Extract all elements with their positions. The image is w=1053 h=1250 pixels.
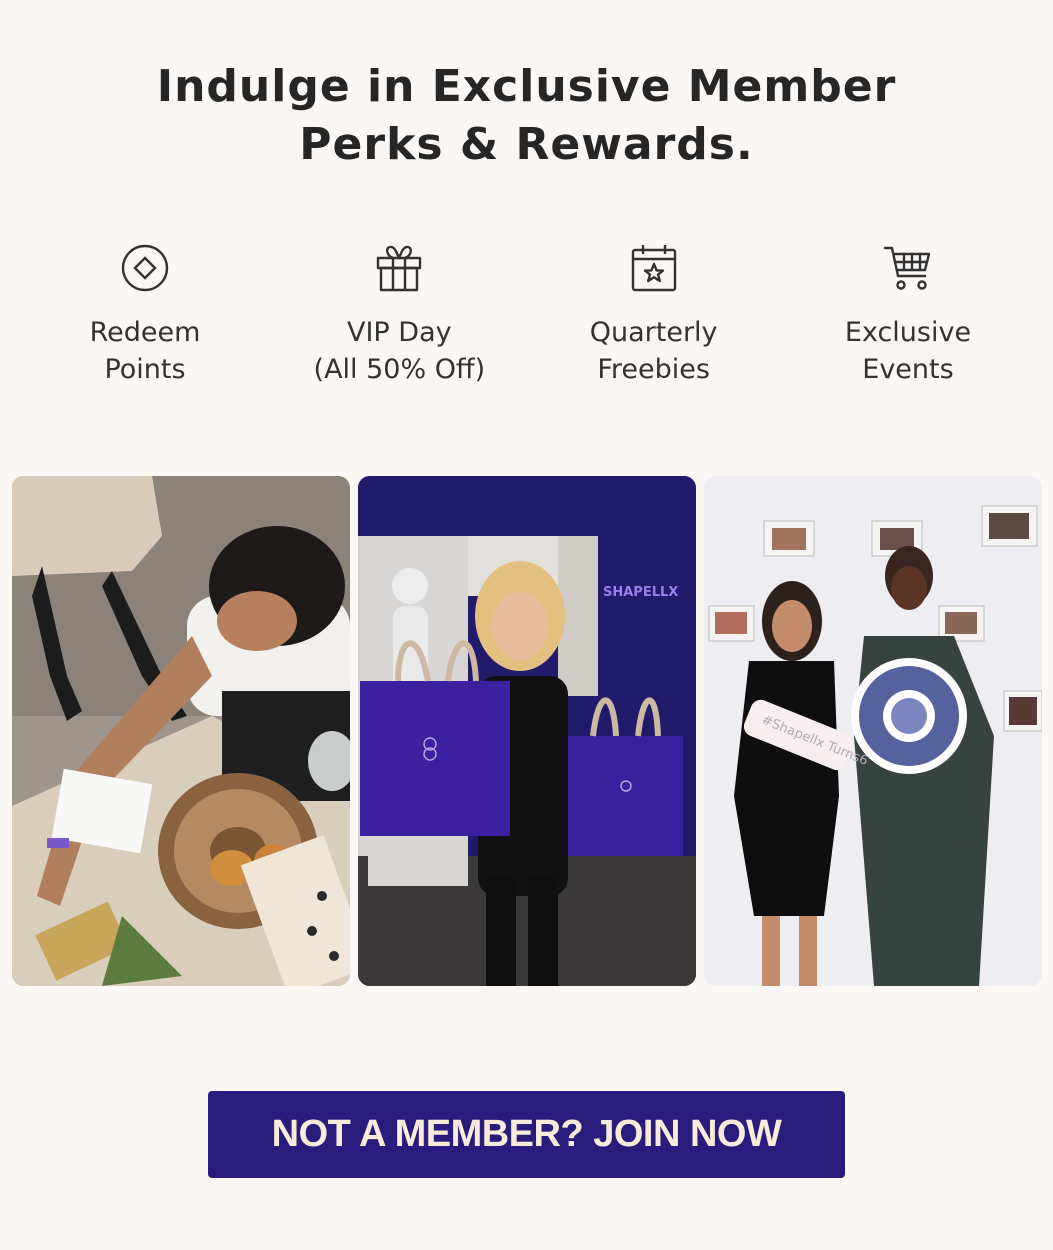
perk-redeem-points: Redeem Points	[20, 240, 270, 388]
perk-quarterly-freebies: Quarterly Freebies	[529, 240, 779, 388]
page-headline: Indulge in Exclusive Member Perks & Rewa…	[0, 58, 1053, 174]
diamond-coin-icon	[117, 240, 173, 296]
brand-sign-text: SHAPELLX	[603, 585, 678, 600]
perk-label: Redeem Points	[90, 314, 201, 388]
perks-row: Redeem Points VIP Day (All 50% Off) Quar…	[20, 240, 1033, 388]
members-gear-sign-photo: #Shapellx Turns6	[704, 476, 1042, 986]
perk-label: Exclusive Events	[845, 314, 971, 388]
perk-label-line: Freebies	[597, 354, 710, 385]
gift-icon	[371, 240, 427, 296]
perk-exclusive-events: Exclusive Events	[783, 240, 1033, 388]
calendar-star-icon	[626, 240, 682, 296]
perk-label-line: Events	[862, 354, 954, 385]
headline-line-2: Perks & Rewards.	[299, 119, 754, 170]
perk-label-line: Quarterly	[589, 317, 718, 348]
perk-label-line: Redeem	[89, 317, 201, 348]
perk-label: VIP Day (All 50% Off)	[314, 314, 486, 388]
headline-line-1: Indulge in Exclusive Member	[156, 61, 897, 112]
perk-label-line: (All 50% Off)	[313, 354, 486, 385]
event-food-table-photo	[12, 476, 350, 986]
shopping-bags-photo: SHAPELLX	[358, 476, 696, 986]
photo-gallery: SHAPELLX #Shapellx Turns6	[12, 476, 1042, 986]
shopping-cart-icon	[880, 240, 936, 296]
perk-label-line: VIP Day	[347, 317, 452, 348]
join-now-button[interactable]: NOT A MEMBER? JOIN NOW	[208, 1091, 845, 1178]
perk-vip-day: VIP Day (All 50% Off)	[274, 240, 524, 388]
perk-label-line: Exclusive	[844, 317, 972, 348]
perk-label-line: Points	[104, 354, 186, 385]
perk-label: Quarterly Freebies	[590, 314, 718, 388]
